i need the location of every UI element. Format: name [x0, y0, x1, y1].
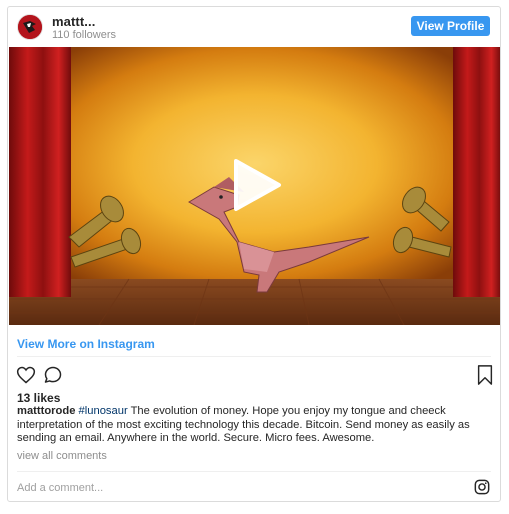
action-bar: [8, 363, 500, 389]
bookmark-icon[interactable]: [477, 365, 493, 385]
comment-icon[interactable]: [43, 365, 63, 385]
post-header: mattt... 110 followers View Profile: [8, 7, 500, 47]
username[interactable]: mattt...: [52, 14, 95, 29]
post-caption: matttorode #lunosaur The evolution of mo…: [17, 405, 495, 446]
divider: [17, 356, 491, 357]
avatar-logo-icon: [18, 15, 42, 39]
divider: [17, 471, 491, 472]
video-media[interactable]: [9, 47, 500, 325]
add-comment-input[interactable]: Add a comment...: [17, 482, 103, 494]
caption-hashtag[interactable]: #lunosaur: [79, 405, 128, 417]
view-profile-button[interactable]: View Profile: [411, 16, 490, 36]
view-more-link[interactable]: View More on Instagram: [17, 337, 155, 351]
likes-count[interactable]: 13 likes: [17, 391, 60, 405]
instagram-logo-icon[interactable]: [474, 479, 490, 495]
stage-scene-image: [9, 47, 500, 325]
follower-count: 110 followers: [52, 29, 116, 41]
caption-username[interactable]: matttorode: [17, 405, 75, 417]
instagram-embed: mattt... 110 followers View Profile View…: [7, 6, 501, 502]
heart-icon[interactable]: [16, 365, 36, 385]
avatar[interactable]: [18, 15, 42, 39]
view-all-comments-link[interactable]: view all comments: [17, 450, 107, 462]
